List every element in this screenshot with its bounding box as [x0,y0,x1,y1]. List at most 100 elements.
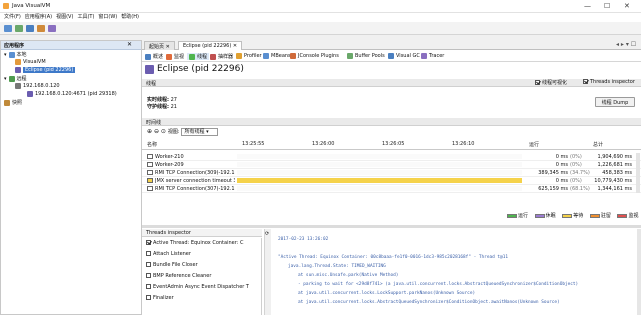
menu-help[interactable]: 帮助(H) [121,14,139,20]
column-run-header[interactable]: 运行 [529,141,539,148]
view-select[interactable]: 所有线程 ▾ [181,128,218,136]
table-scrollbar[interactable] [636,153,640,193]
inspector-item-checkbox[interactable] [146,295,151,300]
tree-remote-jmx[interactable]: 192.168.0.120:4671 (pid 29318) [27,91,117,97]
menu-file[interactable]: 文件(F) [4,14,21,20]
inspector-checkbox[interactable]: Threads inspector [583,79,635,85]
add-snapshot-icon[interactable] [37,25,45,32]
column-total-header[interactable]: 总计 [593,141,603,148]
thread-dump-button[interactable]: 线程 Dump [595,97,635,107]
menu-window[interactable]: 窗口(W) [98,14,117,20]
tree-remote-host-label: 192.168.0.120 [23,83,60,89]
open-icon[interactable] [4,25,12,32]
zoom-in-icon[interactable]: ⊕ [147,128,152,135]
subtab-buffer-pools[interactable]: Buffer Pools [347,53,385,59]
tab-start-page[interactable]: 起始页 ✕ [144,41,175,50]
subtab-profiler[interactable]: Profiler [236,53,262,59]
inspector-list-item[interactable]: EventAdmin Async Event Dispatcher T [146,284,258,290]
tree-eclipse[interactable]: Eclipse (pid 22296) [15,67,76,73]
subtab-sampler[interactable]: 抽样器 [210,53,233,60]
document-tabs: 起始页 ✕ Eclipse (pid 22296) ✕ ◂ ▸ ▾ ☐ [142,40,641,50]
inspector-checkbox-label: Threads inspector [590,79,635,85]
subtab-tracer[interactable]: Tracer [421,53,444,59]
subtab-monitor[interactable]: 监视 [166,53,184,60]
subtab-overview[interactable]: 概述 [145,53,163,60]
tree-remote-host[interactable]: 192.168.0.120 [15,83,60,89]
core-dump-icon[interactable] [48,25,56,32]
menu-view[interactable]: 视图(V) [56,14,73,20]
thread-timeline-bar [237,170,522,175]
stack-trace-timestamp: 2017-02-23 13:26:02 [278,237,329,242]
fit-icon[interactable]: ⊙ [161,128,166,135]
inspector-item-checkbox[interactable] [146,251,151,256]
inspector-checkbox-box[interactable] [583,79,588,84]
tree-visualvm[interactable]: VisualVM [15,59,46,65]
inspector-item-checkbox[interactable] [146,262,151,267]
refresh-icon[interactable]: ⟳ [265,231,269,237]
inspector-item-checkbox[interactable] [146,273,151,278]
maximize-button[interactable]: ☐ [604,2,610,10]
stack-trace-scrollbar[interactable] [637,229,641,315]
column-name-header[interactable]: 名称 [147,141,157,148]
subtab-jconsole[interactable]: JConsole Plugins [290,53,339,59]
tree-local[interactable]: ▾ 本地 [4,51,27,58]
inspector-list-item[interactable]: BMP Reference Cleaner [146,273,211,279]
inspector-item-checkbox[interactable] [146,284,151,289]
visualize-checkbox-box[interactable] [535,80,540,85]
subtab-sampler-label: 抽样器 [218,54,234,60]
timeline-section-header: 时间线 [142,118,641,126]
tree-snapshots[interactable]: 快照 [4,99,22,106]
daemon-threads-value: 21 [170,104,177,110]
add-host-icon[interactable] [15,25,23,32]
tick-label: 13:26:05 [382,141,405,147]
minimize-button[interactable]: — [584,2,591,10]
menu-application[interactable]: 应用程序(A) [25,14,52,20]
visualize-checkbox[interactable]: 线程可视化 [535,79,567,86]
timeline-toolbar: ⊕ ⊖ ⊙ 视图: 所有线程 ▾ [147,128,218,136]
header-divider [142,149,641,150]
subtab-threads[interactable]: 线程 [187,53,210,60]
inspector-item-label: Finalizer [153,295,174,301]
tab-scroll-arrows-icon[interactable]: ◂ ▸ ▾ ☐ [616,41,636,48]
tree-remote[interactable]: ▾ 远程 [4,75,27,82]
close-panel-icon[interactable]: ✕ [127,41,132,48]
zoom-out-icon[interactable]: ⊖ [154,128,159,135]
subtab-mbeans[interactable]: MBeans [263,53,291,59]
collapse-icon[interactable]: ▾ [4,52,7,58]
inspector-list-item[interactable]: Finalizer [146,295,174,301]
split-divider[interactable] [142,225,641,228]
stack-trace-line: at java.util.concurrent.locks.LockSuppor… [298,291,476,296]
daemon-threads-label: 守护线程: [147,104,169,110]
monitor-icon [166,53,172,60]
tree-eclipse-label: Eclipse (pid 22296) [23,67,76,73]
table-row[interactable]: JMX server connection timeout 305 0 ms (… [142,177,641,185]
inspector-list-item[interactable]: Bundle File Closer [146,262,198,268]
close-button[interactable]: ✕ [624,2,630,10]
applications-panel: 应用程序 ✕ ▾ 本地 VisualVM Eclipse (pid 22296) … [0,40,142,315]
applications-panel-header: 应用程序 ✕ [1,41,141,50]
tree-remote-label: 远程 [16,76,27,82]
thread-timeline-bar [237,186,522,191]
inspector-item-checkbox[interactable] [146,240,151,245]
thread-name: RMI TCP Connection(307)-192.168.0.120 [155,186,235,192]
stack-trace-line: java.lang.Thread.State: TIMED_WAITING [288,264,386,269]
snapshot-icon [4,99,10,106]
legend-item: 等待 [562,212,583,219]
daemon-threads: 守护线程: 21 [147,103,177,110]
menu-tools[interactable]: 工具(T) [77,14,94,20]
tab-eclipse[interactable]: Eclipse (pid 22296) ✕ [178,41,243,50]
add-jmx-icon[interactable] [26,25,34,32]
thread-state-legend: 运行 休眠 等待 驻留 监视 [502,212,638,220]
app-icon [3,3,9,9]
table-row[interactable]: RMI TCP Connection(307)-192.168.0.120 62… [142,185,641,193]
threads-section-title: 线程 [146,81,157,87]
subtab-visual-gc[interactable]: Visual GC [388,53,420,59]
table-row[interactable]: RMI TCP Connection(309)-192.168.0.120 38… [142,169,641,177]
table-row[interactable]: Worker-209 0 ms (0%) 1,226,681 ms [142,161,641,169]
subtab-overview-label: 概述 [153,54,164,60]
computer-icon [8,51,15,58]
inspector-list-item[interactable]: Active Thread: Equinox Container: C [146,240,258,246]
collapse-icon[interactable]: ▾ [4,76,7,82]
inspector-list-item[interactable]: Attach Listener [146,251,191,257]
table-row[interactable]: Worker-210 0 ms (0%) 1,904,690 ms [142,153,641,161]
